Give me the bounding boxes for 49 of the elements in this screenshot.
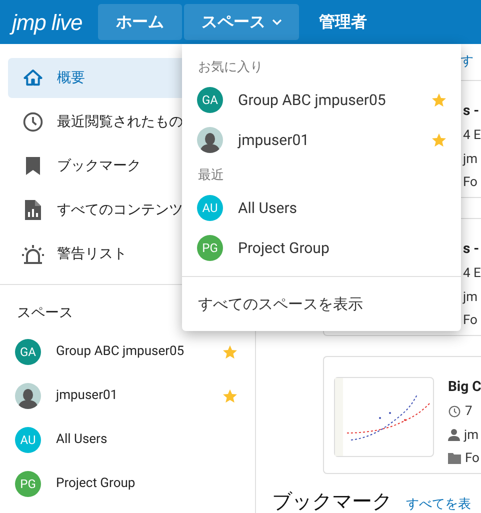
star-icon[interactable] bbox=[222, 388, 238, 404]
card-meta: Fo bbox=[465, 450, 480, 468]
view-all-link[interactable]: すべてを表 bbox=[406, 495, 471, 513]
content-card[interactable]: Big C 7 jm Fo bbox=[323, 356, 481, 474]
bookmark-icon bbox=[26, 157, 40, 175]
nav-tab[interactable]: スペース bbox=[184, 4, 299, 40]
section-heading: スペース bbox=[17, 305, 73, 321]
card-meta: jm bbox=[464, 426, 479, 444]
card-title[interactable]: s - bbox=[463, 239, 481, 260]
card-meta: 4 E bbox=[463, 127, 481, 145]
nav-tab[interactable]: ホーム bbox=[98, 4, 182, 40]
logo[interactable]: jmp live bbox=[12, 6, 98, 38]
avatar: PG bbox=[15, 471, 41, 497]
avatar: GA bbox=[197, 87, 223, 113]
card-meta: 4 E bbox=[463, 265, 481, 283]
home-icon bbox=[22, 68, 42, 88]
chevron-down-icon bbox=[272, 18, 282, 26]
star-icon[interactable] bbox=[222, 344, 238, 360]
section-heading: ブックマーク bbox=[272, 488, 392, 513]
card-meta: Fo bbox=[463, 312, 478, 330]
card-title[interactable]: s - bbox=[463, 101, 481, 122]
star-icon[interactable] bbox=[431, 132, 447, 148]
alarm-light-icon bbox=[22, 244, 44, 264]
avatar: GA bbox=[15, 339, 41, 365]
space-item[interactable]: PG Project Group bbox=[0, 462, 255, 506]
view-all-link[interactable]: す bbox=[460, 52, 474, 72]
avatar: AU bbox=[197, 195, 223, 221]
avatar: AU bbox=[15, 427, 41, 453]
menu-heading: 最近 bbox=[197, 167, 225, 185]
menu-item[interactable]: すべてのスペースを表示 bbox=[182, 277, 461, 331]
space-item[interactable]: AU All Users bbox=[0, 418, 255, 462]
nav-tab[interactable]: 管理者 bbox=[301, 4, 385, 40]
card-meta: jm bbox=[463, 150, 478, 168]
avatar: PG bbox=[197, 235, 223, 261]
menu-item[interactable]: PG Project Group bbox=[182, 228, 461, 268]
person-icon bbox=[448, 429, 460, 442]
card-meta: 7 bbox=[465, 403, 472, 421]
clock-icon bbox=[22, 111, 44, 133]
card-meta: Fo bbox=[463, 174, 478, 192]
card-title[interactable]: Big C bbox=[448, 377, 481, 398]
document-chart-icon bbox=[24, 200, 40, 220]
space-item[interactable]: GA Group ABC jmpuser05 bbox=[0, 330, 255, 374]
clock-icon bbox=[448, 405, 461, 418]
card-meta: jm bbox=[463, 288, 478, 306]
star-icon[interactable] bbox=[431, 92, 447, 108]
space-item[interactable]: jmpuser01 bbox=[0, 374, 255, 418]
menu-item[interactable]: AU All Users bbox=[182, 188, 461, 228]
menu-item[interactable]: jmpuser01 bbox=[182, 120, 461, 160]
folder-icon bbox=[448, 453, 461, 464]
